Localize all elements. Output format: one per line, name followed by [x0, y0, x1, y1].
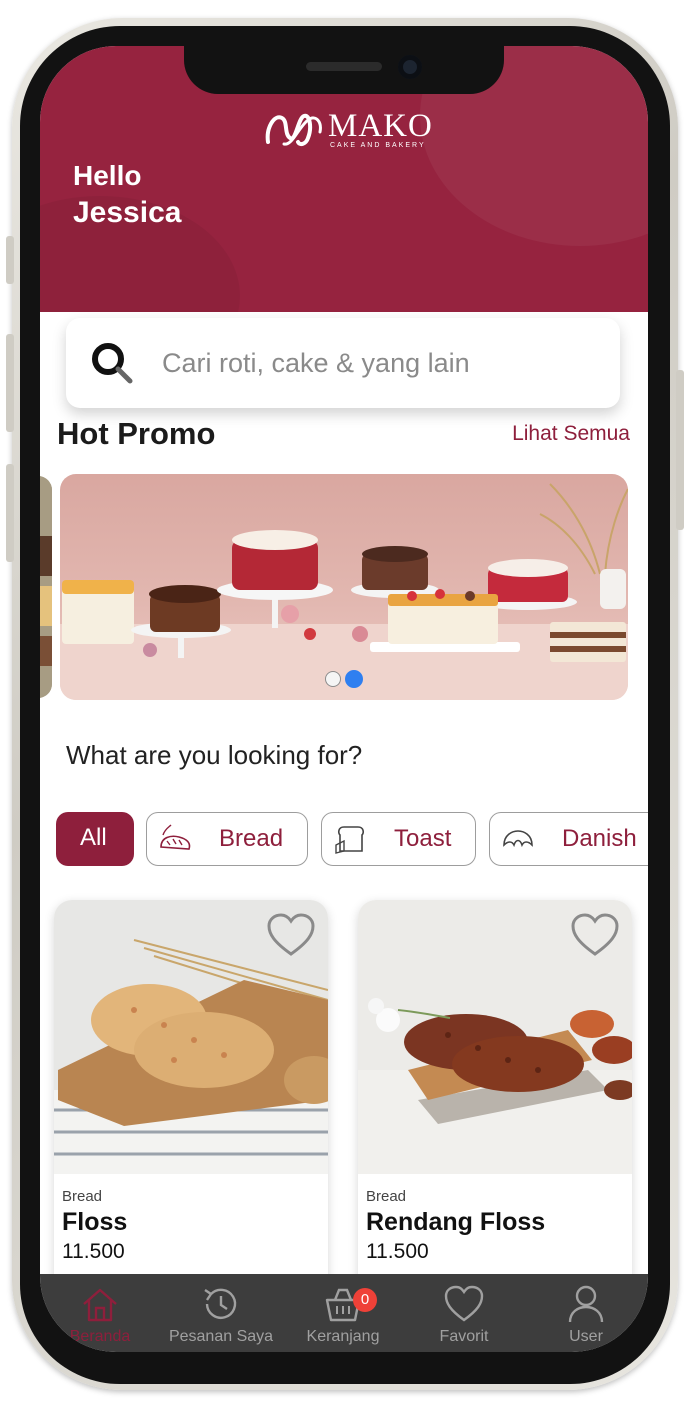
bread-icon: [160, 824, 191, 850]
front-camera: [398, 55, 422, 79]
nav-favorit[interactable]: Favorit: [404, 1282, 524, 1352]
product-price: 11.500: [366, 1240, 429, 1263]
heart-icon: [444, 1285, 484, 1322]
user-icon: [568, 1285, 604, 1323]
chip-label: Bread: [219, 825, 284, 852]
nav-pesanan[interactable]: Pesanan Saya: [161, 1282, 281, 1352]
nav-label: Pesanan Saya: [168, 1328, 274, 1345]
previous-promo-banner[interactable]: [40, 476, 52, 698]
see-all-link[interactable]: Lihat Semua: [512, 422, 630, 446]
home-icon: [83, 1288, 117, 1322]
carousel-dots: [60, 670, 628, 688]
product-category: Bread: [366, 1188, 407, 1205]
favorite-heart-icon[interactable]: [266, 912, 316, 958]
history-icon: [204, 1288, 237, 1319]
product-category: Bread: [62, 1188, 103, 1205]
favorite-heart-icon[interactable]: [570, 912, 620, 958]
nav-user[interactable]: User: [526, 1282, 646, 1352]
promo-banner[interactable]: [60, 474, 628, 700]
speaker: [306, 62, 382, 71]
brand-logo: MAKO CAKE AND BAKERY: [264, 108, 432, 152]
category-prompt: What are you looking for?: [66, 740, 363, 770]
search-input[interactable]: Cari roti, cake & yang lain: [162, 348, 470, 379]
carousel-dot-2[interactable]: [345, 670, 363, 688]
bottom-nav: Beranda Pesanan Saya 0 Keranjang Favorit: [40, 1274, 648, 1352]
volume-up-button: [6, 334, 14, 432]
nav-beranda[interactable]: Beranda: [40, 1282, 160, 1352]
nav-label: Favorit: [439, 1328, 489, 1345]
product-card[interactable]: Bread Rendang Floss 11.500: [358, 900, 632, 1300]
toast-icon: [335, 826, 364, 854]
notch: [184, 46, 504, 94]
search-bar[interactable]: Cari roti, cake & yang lain: [66, 318, 620, 408]
power-button: [676, 370, 684, 530]
nav-keranjang[interactable]: 0 Keranjang: [283, 1282, 403, 1352]
nav-label: User: [569, 1328, 603, 1345]
product-card[interactable]: Bread Floss 11.500: [54, 900, 328, 1300]
chip-all[interactable]: All: [56, 812, 134, 866]
nav-label: Beranda: [69, 1328, 131, 1345]
croissant-icon: [503, 830, 533, 848]
product-price: 11.500: [62, 1240, 125, 1263]
brand-tagline: CAKE AND BAKERY: [330, 142, 426, 149]
hot-promo-title: Hot Promo: [57, 416, 216, 451]
search-icon: [92, 343, 133, 384]
carousel-dot-1[interactable]: [325, 671, 341, 687]
cart-count-badge: 0: [353, 1288, 377, 1312]
chip-toast[interactable]: Toast: [321, 812, 476, 866]
mute-switch: [6, 236, 14, 284]
product-name: Rendang Floss: [366, 1208, 546, 1236]
nav-label: Keranjang: [306, 1328, 380, 1345]
greeting-hello: Hello: [73, 160, 142, 191]
greeting-name: Jessica: [73, 196, 182, 229]
chip-label: Danish: [562, 825, 637, 852]
app-screen: MAKO CAKE AND BAKERY Hello Jessica Cari …: [40, 46, 648, 1352]
volume-down-button: [6, 464, 14, 562]
brand-name: MAKO: [328, 108, 433, 144]
cakes-promo-image: [60, 483, 628, 700]
chip-danish[interactable]: Danish: [489, 812, 648, 866]
product-name: Floss: [62, 1208, 128, 1236]
chip-label: Toast: [394, 825, 452, 852]
chip-bread[interactable]: Bread: [146, 812, 308, 866]
mako-logo-mark-icon: [265, 113, 322, 147]
category-chips: All Bread Toast Danish: [56, 812, 648, 868]
chip-label: All: [80, 824, 107, 851]
